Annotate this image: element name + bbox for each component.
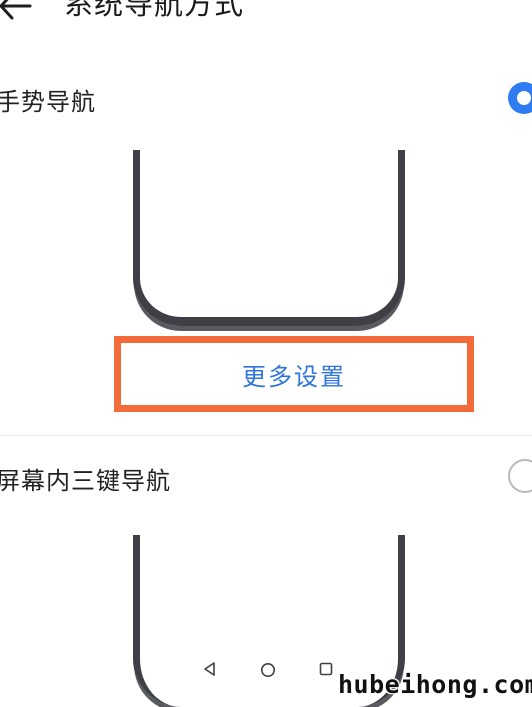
more-settings-button[interactable]: 更多设置 [121, 343, 467, 405]
watermark: hubeihong.com [338, 670, 532, 699]
recents-square-icon [319, 662, 333, 676]
more-settings-highlight-box: 更多设置 [114, 336, 474, 412]
home-circle-icon [261, 663, 275, 677]
back-triangle-icon [204, 662, 215, 676]
option-label-gesture-navigation[interactable]: 手势导航 [0, 82, 96, 117]
arrow-left-icon[interactable] [0, 0, 36, 24]
page-title: 系统导航方式 [64, 0, 245, 21]
gesture-phone-illustration [133, 150, 405, 326]
radio-gesture-navigation[interactable] [508, 82, 532, 114]
header: 系统导航方式 [0, 0, 532, 36]
option-label-three-key-navigation[interactable]: 屏幕内三键导航 [0, 461, 171, 496]
radio-three-key-navigation[interactable] [508, 459, 532, 493]
divider [0, 435, 532, 436]
